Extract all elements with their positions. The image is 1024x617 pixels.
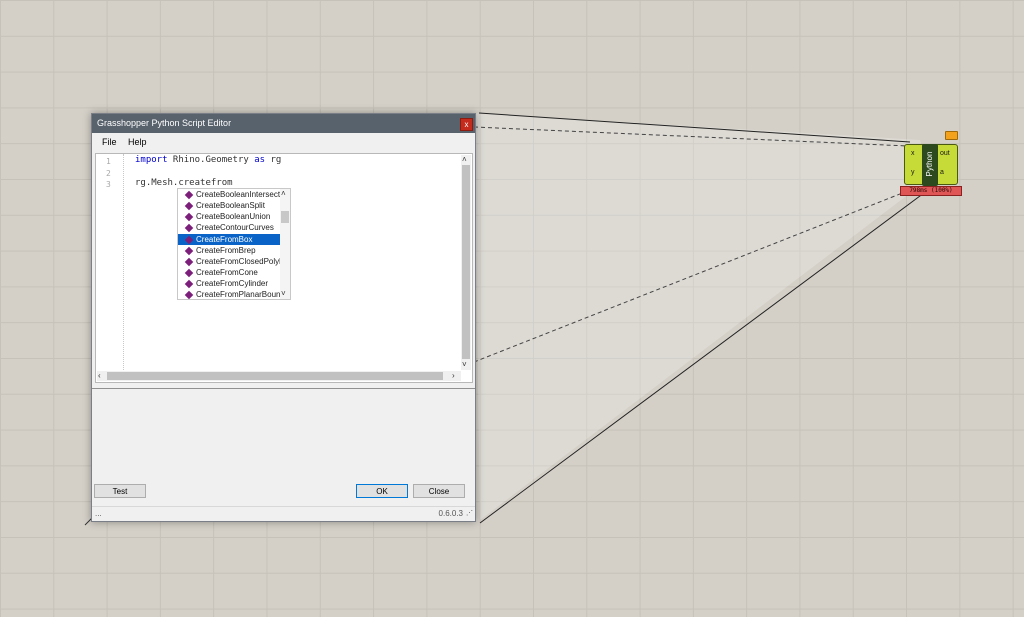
component-name: Python [925, 151, 934, 177]
component-preview-tab[interactable] [945, 131, 958, 140]
python-script-editor-window: Grasshopper Python Script Editor x File … [91, 113, 476, 522]
component-name-strip: Python [922, 144, 938, 186]
version-label: 0.6.0.3 [438, 509, 463, 518]
close-window-button[interactable]: x [460, 118, 473, 131]
editor-title: Grasshopper Python Script Editor [97, 118, 232, 128]
method-icon [184, 279, 194, 289]
component-body[interactable]: x y Python out a [904, 144, 958, 186]
code-hscroll-thumb[interactable] [107, 372, 443, 380]
autocomplete-item-label: CreateBooleanIntersection [196, 190, 280, 199]
code-module: Rhino.Geometry [167, 155, 255, 165]
autocomplete-scroll-thumb[interactable] [281, 211, 289, 223]
autocomplete-list[interactable]: CreateBooleanIntersection CreateBooleanS… [177, 188, 291, 300]
code-line-3: rg.Mesh.createfrom [135, 178, 233, 188]
keyword-import: import [135, 155, 168, 165]
autocomplete-item-selected[interactable]: CreateFromBox [178, 234, 280, 245]
output-port-out[interactable]: out [940, 150, 950, 157]
method-icon [184, 212, 194, 222]
autocomplete-item-label: CreateFromCylinder [196, 279, 269, 288]
menu-help[interactable]: Help [128, 134, 147, 151]
line-number-1: 1 [106, 157, 111, 166]
line-number-2: 2 [106, 169, 111, 178]
resize-grip-icon[interactable]: ⋰ [466, 507, 473, 521]
method-icon [184, 290, 194, 299]
test-button[interactable]: Test [94, 484, 146, 498]
autocomplete-item-label: CreateFromClosedPolyline [196, 257, 280, 266]
method-icon [184, 201, 194, 211]
output-panel [92, 388, 475, 481]
editor-titlebar[interactable]: Grasshopper Python Script Editor x [92, 114, 475, 133]
autocomplete-scrollbar[interactable]: ˄ ˅ [280, 189, 290, 299]
chevron-down-icon[interactable]: ˅ [462, 360, 467, 370]
zoom-projection [474, 113, 930, 520]
code-horizontal-scrollbar[interactable]: ‹ › [97, 371, 461, 381]
status-text: ... [95, 509, 102, 518]
code-line-1: import Rhino.Geometry as rg [135, 155, 281, 165]
autocomplete-item[interactable]: CreateFromPlanarBoundary [178, 289, 280, 299]
chevron-left-icon[interactable]: ‹ [98, 371, 101, 381]
menu-bar: File Help [92, 134, 475, 151]
output-port-a[interactable]: a [940, 169, 944, 176]
chevron-down-icon[interactable]: ˅ [281, 289, 286, 299]
autocomplete-item[interactable]: CreateContourCurves [178, 222, 280, 233]
autocomplete-item[interactable]: CreateFromClosedPolyline [178, 256, 280, 267]
method-icon [184, 268, 194, 278]
method-icon [184, 257, 194, 267]
autocomplete-item[interactable]: CreateFromBrep [178, 245, 280, 256]
line-number-3: 3 [106, 180, 111, 189]
python-component[interactable]: x y Python out a [902, 144, 960, 186]
autocomplete-item-label: CreateFromBox [196, 235, 253, 244]
autocomplete-item[interactable]: CreateBooleanUnion [178, 211, 280, 222]
component-runtime-status: 798ms (100%) [900, 186, 962, 196]
line-number-gutter: 1 2 3 [96, 154, 124, 372]
chevron-right-icon[interactable]: › [452, 371, 455, 381]
autocomplete-item[interactable]: CreateBooleanIntersection [178, 189, 280, 200]
ok-button[interactable]: OK [356, 484, 408, 498]
code-vertical-scrollbar[interactable]: ˄ ˅ [461, 155, 471, 370]
autocomplete-item[interactable]: CreateBooleanSplit [178, 200, 280, 211]
input-port-y[interactable]: y [911, 169, 915, 176]
autocomplete-item[interactable]: CreateFromCylinder [178, 278, 280, 289]
code-alias: rg [265, 155, 282, 165]
autocomplete-item-label: CreateBooleanUnion [196, 212, 271, 221]
method-icon [184, 235, 194, 245]
autocomplete-item-label: CreateFromBrep [196, 246, 256, 255]
method-icon [184, 246, 194, 256]
autocomplete-item-label: CreateFromCone [196, 268, 258, 277]
menu-file[interactable]: File [102, 134, 117, 151]
autocomplete-item-label: CreateContourCurves [196, 223, 274, 232]
code-vscroll-thumb[interactable] [462, 165, 470, 359]
status-bar: ... 0.6.0.3 ⋰ [92, 506, 475, 521]
input-port-x[interactable]: x [911, 150, 915, 157]
method-icon [184, 223, 194, 233]
chevron-up-icon[interactable]: ˄ [462, 155, 467, 165]
autocomplete-item-label: CreateFromPlanarBoundary [196, 290, 280, 299]
method-icon [184, 190, 194, 200]
code-editor[interactable]: 1 2 3 import Rhino.Geometry as rg rg.Mes… [95, 153, 473, 383]
close-button[interactable]: Close [413, 484, 465, 498]
chevron-up-icon[interactable]: ˄ [281, 189, 286, 199]
autocomplete-item-label: CreateBooleanSplit [196, 201, 265, 210]
autocomplete-item[interactable]: CreateFromCone [178, 267, 280, 278]
keyword-as: as [254, 155, 266, 165]
